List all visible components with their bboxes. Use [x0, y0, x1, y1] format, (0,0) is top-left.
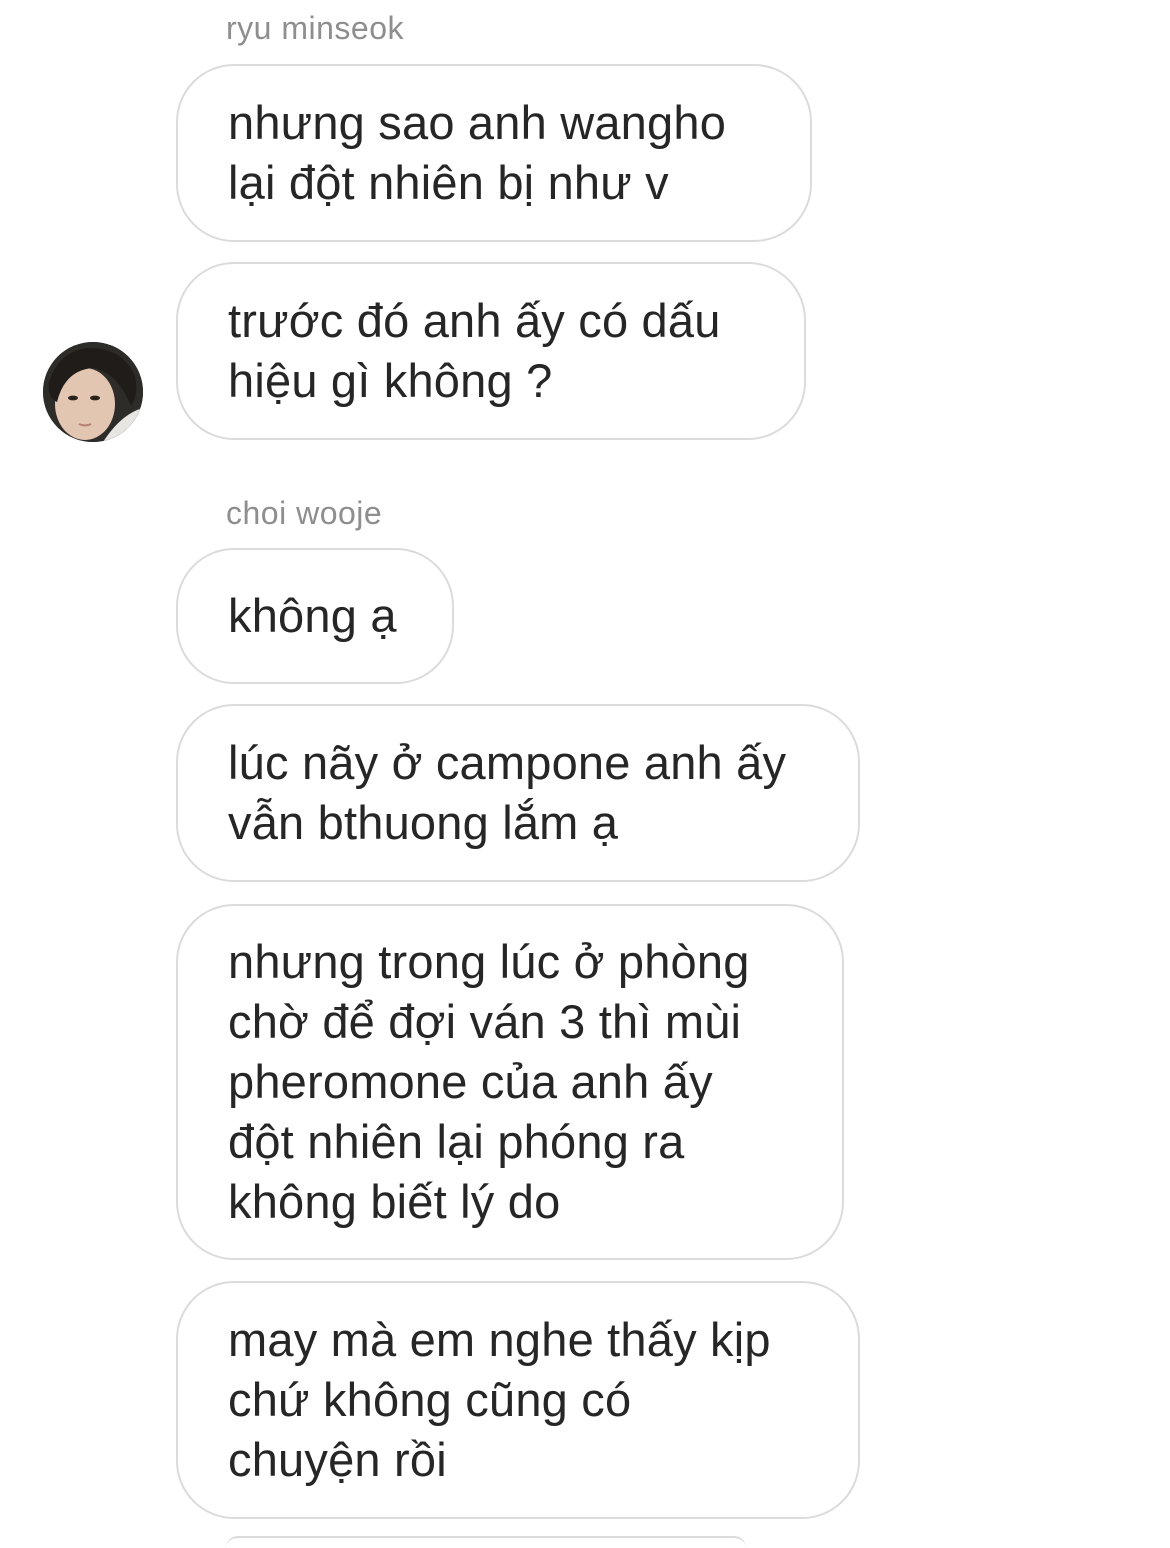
- message-text: may mà em nghe thấy kịp chứ không cũng c…: [228, 1313, 771, 1486]
- message-bubble[interactable]: không ạ: [176, 548, 454, 684]
- profile-photo-icon: [43, 342, 143, 442]
- message-bubble[interactable]: lúc nãy ở campone anh ấy vẫn bthuong lắm…: [176, 704, 860, 882]
- sender-name-ryu-minseok: ryu minseok: [226, 10, 404, 46]
- next-message-bubble-edge: [226, 1536, 746, 1548]
- message-text: trước đó anh ấy có dấu hiệu gì không ?: [228, 294, 721, 407]
- sender-name-choi-wooje: choi wooje: [226, 495, 383, 531]
- message-bubble[interactable]: trước đó anh ấy có dấu hiệu gì không ?: [176, 262, 806, 440]
- avatar[interactable]: [43, 342, 143, 442]
- message-text: nhưng sao anh wangho lại đột nhiên bị nh…: [228, 96, 727, 209]
- message-text: nhưng trong lúc ở phòng chờ để đợi ván 3…: [228, 935, 750, 1228]
- message-text: không ạ: [228, 589, 397, 642]
- message-bubble[interactable]: nhưng sao anh wangho lại đột nhiên bị nh…: [176, 64, 812, 242]
- message-text: lúc nãy ở campone anh ấy vẫn bthuong lắm…: [228, 736, 787, 849]
- message-bubble[interactable]: nhưng trong lúc ở phòng chờ để đợi ván 3…: [176, 904, 844, 1260]
- message-bubble[interactable]: may mà em nghe thấy kịp chứ không cũng c…: [176, 1281, 860, 1519]
